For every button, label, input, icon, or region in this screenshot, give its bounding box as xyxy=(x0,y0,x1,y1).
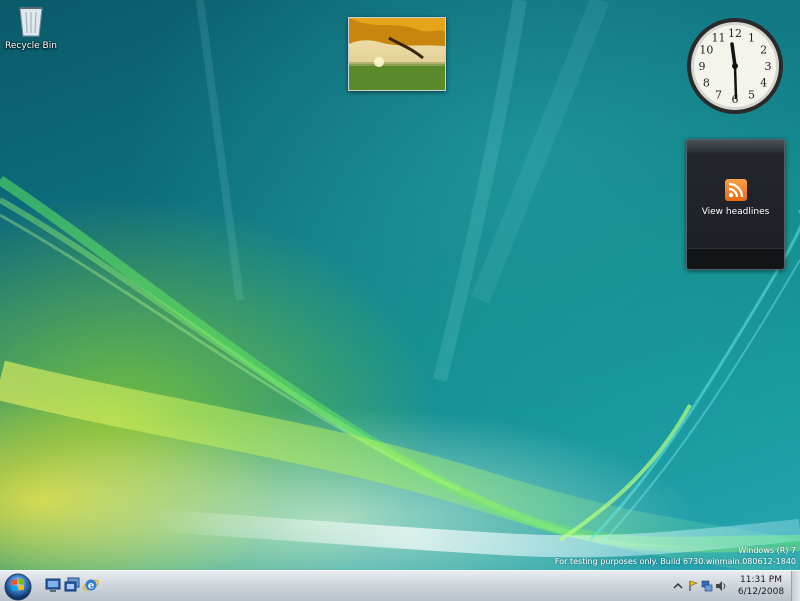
desktop-icon-label: Recycle Bin xyxy=(5,41,57,51)
clock-date[interactable]: 6/12/2008 xyxy=(735,587,787,597)
clock-numeral: 3 xyxy=(765,60,772,73)
feed-gadget-header xyxy=(687,140,784,152)
action-center-icon[interactable] xyxy=(687,580,699,592)
show-desktop-button[interactable] xyxy=(791,571,800,601)
desktop-icon-recycle-bin[interactable]: Recycle Bin xyxy=(5,2,57,51)
switch-windows-icon[interactable] xyxy=(64,577,80,593)
watermark-build: For testing purposes only. Build 6730.wi… xyxy=(554,557,796,566)
network-icon[interactable] xyxy=(701,580,713,592)
chevron-up-icon[interactable] xyxy=(672,580,684,592)
clock-gadget[interactable]: 1234567891011 12 xyxy=(685,16,785,116)
recycle-bin-icon xyxy=(19,7,43,37)
svg-text:e: e xyxy=(88,581,94,592)
clock-numeral: 4 xyxy=(760,77,767,90)
show-desktop-icon[interactable] xyxy=(45,577,61,593)
autumn-tree-photo xyxy=(349,18,445,90)
feed-headlines-gadget[interactable]: View headlines xyxy=(686,139,785,270)
clock-minute-hand xyxy=(733,64,738,100)
clock-numeral: 10 xyxy=(699,44,713,57)
slideshow-gadget[interactable] xyxy=(348,17,446,91)
clock-numeral: 7 xyxy=(715,89,722,102)
clock-numeral: 12 xyxy=(728,27,742,40)
clock-numeral: 11 xyxy=(712,31,726,44)
windows-orb-icon[interactable] xyxy=(3,573,33,601)
internet-explorer-icon[interactable]: e xyxy=(83,577,99,593)
watermark-title: Windows (R) 7 xyxy=(738,546,796,555)
clock-numeral: 9 xyxy=(699,60,706,73)
taskbar: e 11:31 PM 6/12/2008 xyxy=(0,570,800,601)
clock-time[interactable]: 11:31 PM xyxy=(735,575,787,585)
clock-numeral: 1 xyxy=(748,31,755,44)
clock-numeral: 5 xyxy=(748,89,755,102)
volume-icon[interactable] xyxy=(715,580,727,592)
view-headlines-link[interactable]: View headlines xyxy=(687,207,784,217)
feed-gadget-footer xyxy=(687,248,784,269)
clock-numeral: 2 xyxy=(760,44,767,57)
clock-numeral: 8 xyxy=(703,77,710,90)
rss-icon xyxy=(725,179,747,201)
